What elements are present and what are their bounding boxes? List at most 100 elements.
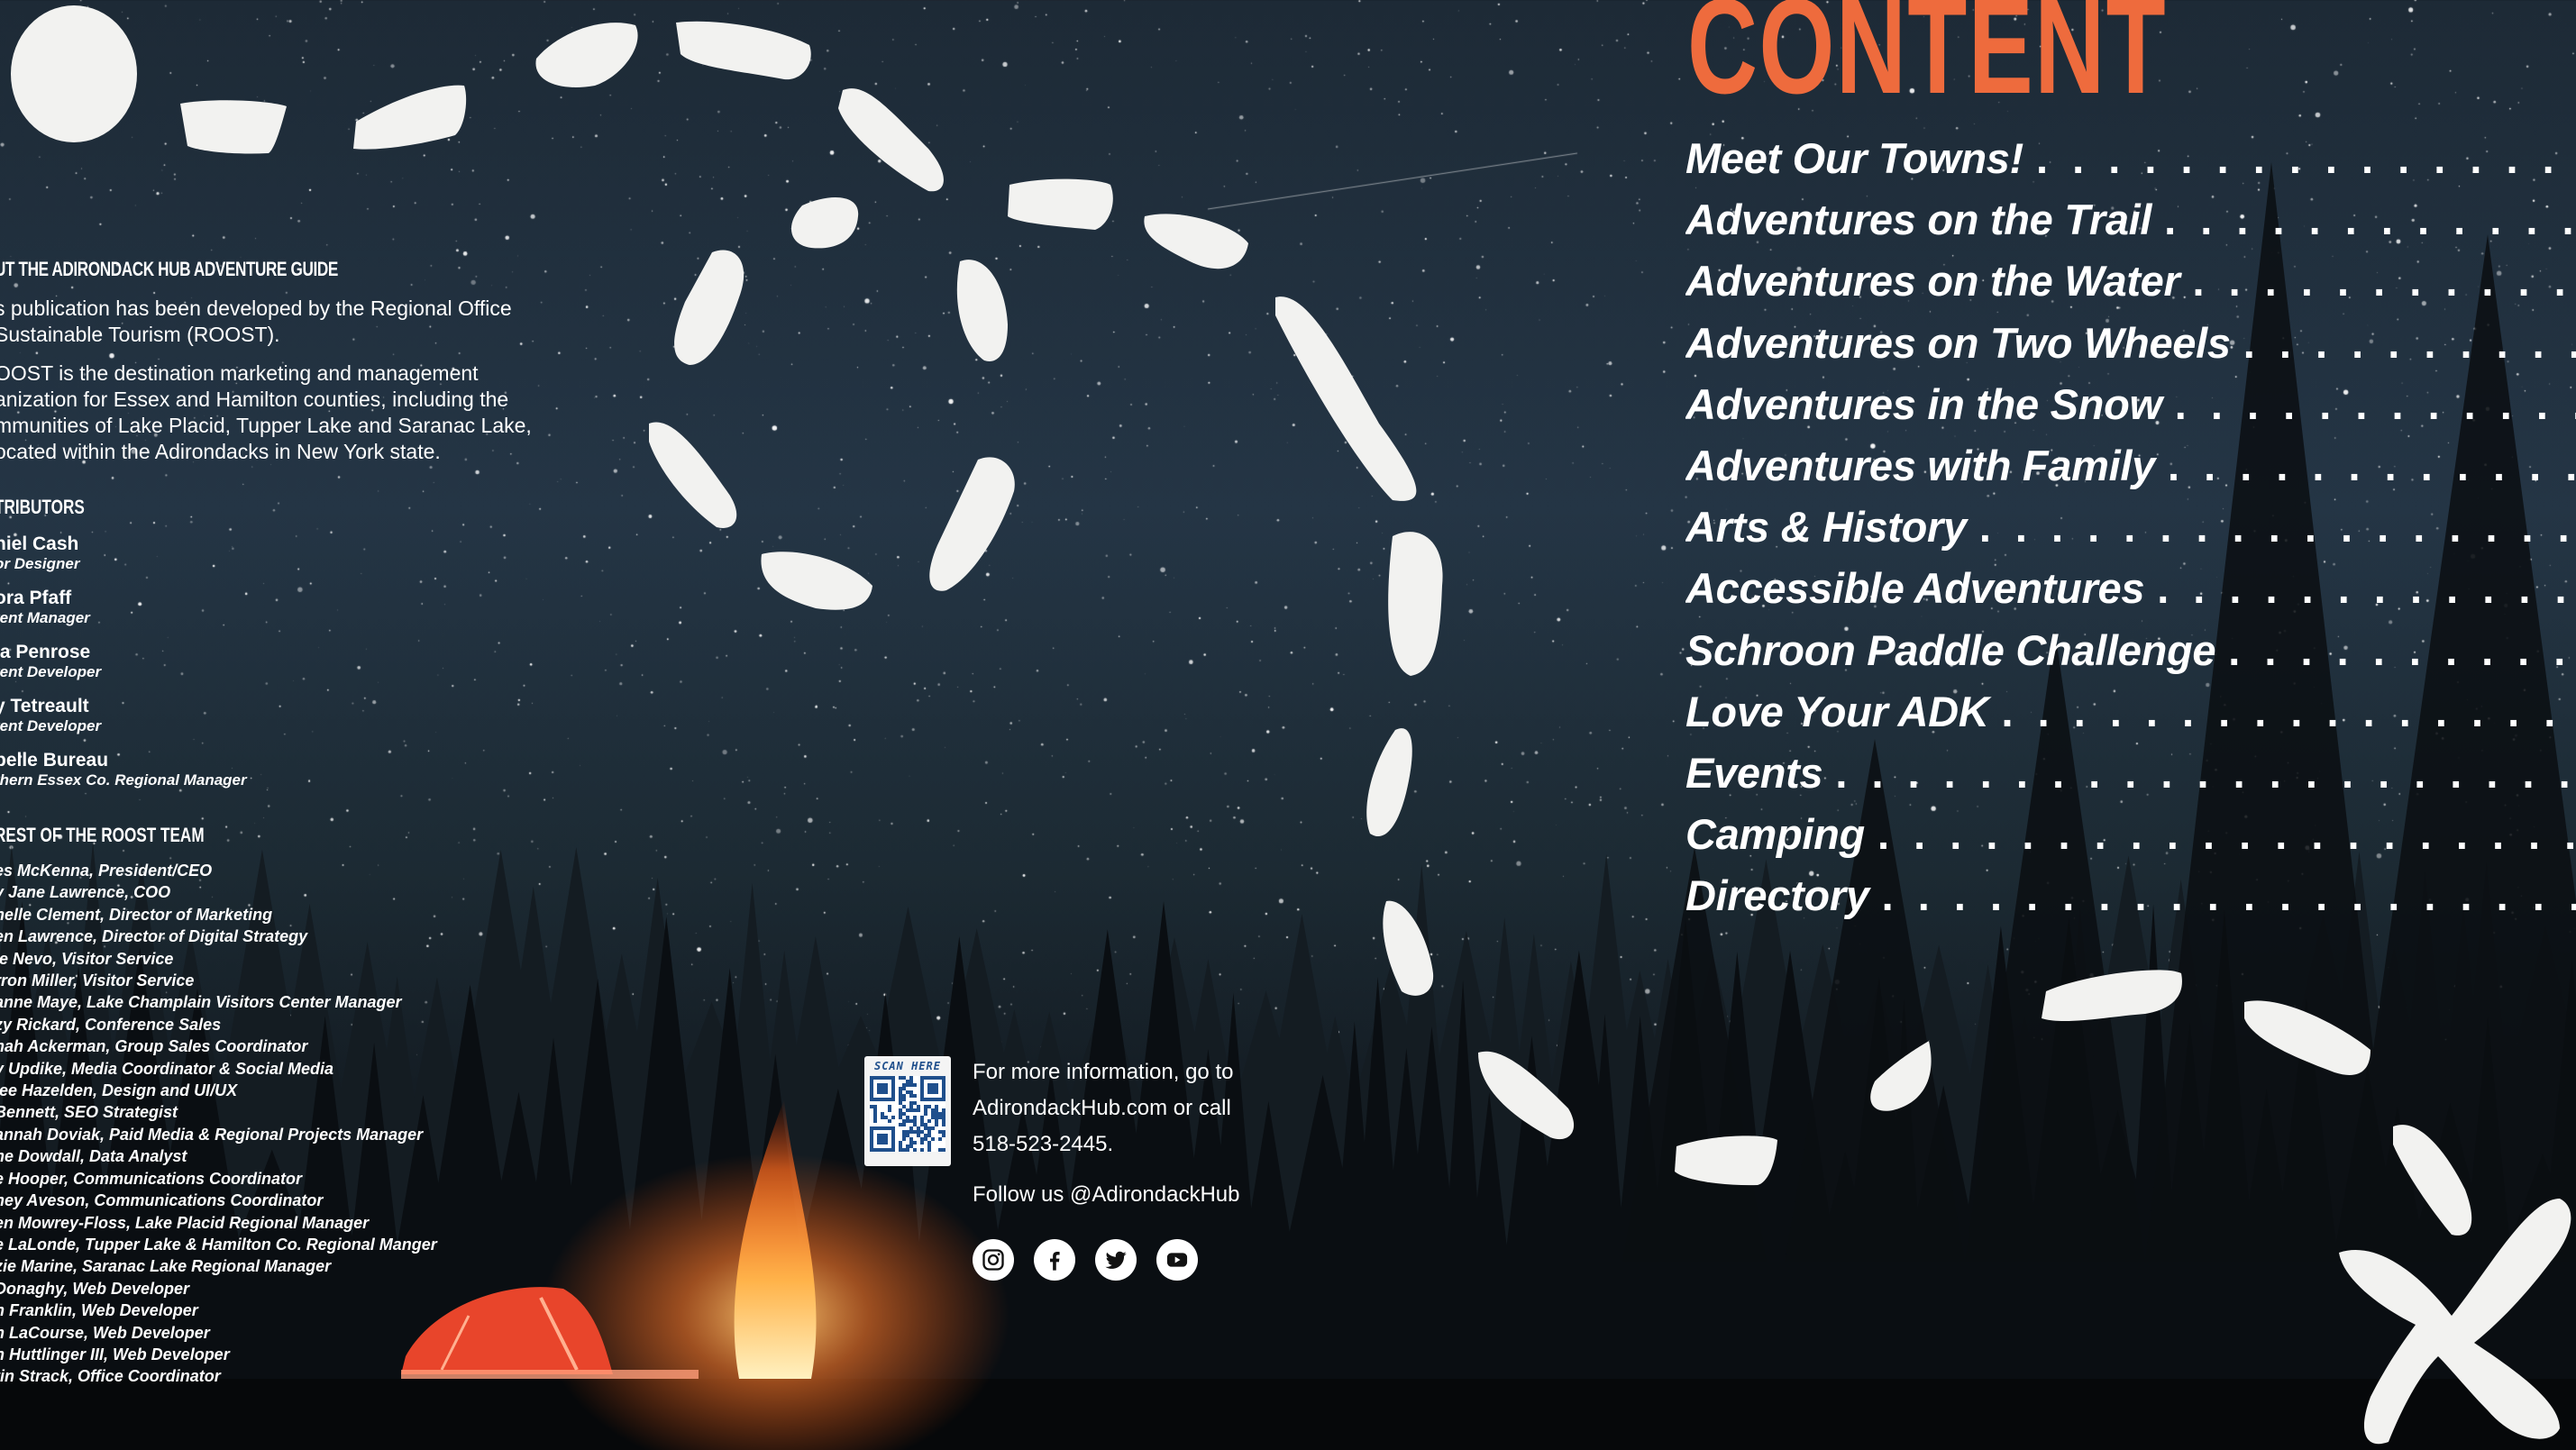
about-line: Sustainable Tourism (ROOST).	[0, 323, 280, 346]
team-member: y Jane Lawrence, COO	[0, 883, 171, 902]
contents-title: CONTENT	[1687, 0, 2168, 122]
contributors-list: niel Cash or Designer ora Pfaff tent Man…	[0, 533, 535, 804]
toc-item[interactable]: Adventures on Two Wheels. . . . . . . . …	[1685, 318, 2576, 379]
contributor: ia Penrose tent Developer	[0, 642, 535, 696]
contributor-name: niel Cash	[0, 533, 79, 554]
about-line: OOST is the destination marketing and ma…	[0, 361, 479, 385]
toc-item[interactable]: Camping. . . . . . . . . . . . . . . . .…	[1685, 809, 2576, 871]
team-member: n Huttlinger III, Web Developer	[0, 1345, 230, 1363]
toc-item[interactable]: Adventures on the Water. . . . . . . . .…	[1685, 256, 2576, 317]
team-member: Donaghy, Web Developer	[0, 1279, 190, 1298]
about-paragraph-1: s publication has been developed by the …	[0, 296, 580, 348]
contributor-name: ora Pfaff	[0, 588, 72, 608]
team-member: nah Ackerman, Group Sales Coordinator	[0, 1037, 308, 1056]
contributor-name: belle Bureau	[0, 750, 109, 771]
toc-leader: . . . . . . . . . . . . . . . . . . . . …	[2192, 257, 2576, 306]
toc-item[interactable]: Adventures in the Snow. . . . . . . . . …	[1685, 379, 2576, 441]
toc-leader: . . . . . . . . . . . . . . . . . . . . …	[1881, 871, 2576, 920]
qr-code-icon	[870, 1076, 945, 1152]
team-member: zy Rickard, Conference Sales	[0, 1015, 222, 1034]
trail-x-mark	[2339, 1199, 2571, 1445]
team-member: ney Aveson, Communications Coordinator	[0, 1191, 324, 1210]
toc-item[interactable]: Adventures with Family. . . . . . . . . …	[1685, 441, 2576, 502]
contributor-name: y Tetreault	[0, 696, 89, 716]
table-of-contents: Meet Our Towns! . . . . . . . . . . . . .…	[1685, 133, 2576, 932]
social-icons	[973, 1239, 1198, 1281]
team-member: ie Nevo, Visitor Service	[0, 949, 174, 968]
contributor-role: tent Developer	[0, 717, 102, 734]
team-member: lee Hazelden, Design and UI/UX	[0, 1081, 238, 1100]
toc-item-label: Adventures on the Water	[1685, 257, 2180, 306]
team-member: e Hooper, Communications Coordinator	[0, 1169, 303, 1188]
contact-info: For more information, go to AdirondackHu…	[973, 1054, 1233, 1163]
about-paragraph-2: OOST is the destination marketing and ma…	[0, 360, 580, 465]
twitter-icon[interactable]	[1095, 1239, 1137, 1281]
toc-leader: . . . . . . . . . . . . . . . . . . . . …	[1877, 810, 2576, 859]
about-line: s publication has been developed by the …	[0, 296, 512, 320]
trail-start-dot	[11, 5, 137, 142]
about-line: ocated within the Adirondacks in New Yor…	[0, 440, 441, 463]
toc-leader: . . . . . . . . . . . . . . . . . . . . …	[2036, 134, 2576, 182]
facebook-icon[interactable]	[1034, 1239, 1075, 1281]
toc-item[interactable]: Schroon Paddle Challenge. . . . . . . . …	[1685, 625, 2576, 687]
toc-item-label: Directory	[1685, 871, 1869, 920]
toc-leader: . . . . . . . . . . . . . . . . . . . . …	[2001, 687, 2576, 735]
toc-item-label: Adventures in the Snow	[1685, 379, 2162, 428]
team-member: en Lawrence, Director of Digital Strateg…	[0, 927, 308, 946]
qr-code[interactable]: SCAN HERE	[864, 1056, 951, 1166]
contributor: y Tetreault tent Developer	[0, 696, 535, 750]
team-member: e LaLonde, Tupper Lake & Hamilton Co. Re…	[0, 1235, 437, 1254]
team-member: tin Strack, Office Coordinator	[0, 1367, 221, 1386]
toc-leader: . . . . . . . . . . . . . . . . . . . . …	[1835, 748, 2576, 797]
toc-item[interactable]: Accessible Adventures. . . . . . . . . .…	[1685, 563, 2576, 625]
toc-item-label: Adventures on the Trail	[1685, 196, 2152, 244]
toc-item[interactable]: Adventures on the Trail. . . . . . . . .…	[1685, 195, 2576, 256]
contributor: belle Bureau thern Essex Co. Regional Ma…	[0, 750, 535, 804]
contact-line: For more information, go to	[973, 1060, 1234, 1084]
team-member: h Franklin, Web Developer	[0, 1301, 198, 1320]
follow-us-text: Follow us @AdirondackHub	[973, 1182, 1240, 1207]
contributors-heading: TRIBUTORS	[0, 496, 110, 519]
toc-item-label: Camping	[1685, 810, 1865, 859]
team-member: en Mowrey-Floss, Lake Placid Regional Ma…	[0, 1213, 370, 1232]
toc-item-label: Arts & History	[1685, 503, 1967, 552]
team-member: he Dowdall, Data Analyst	[0, 1147, 187, 1166]
toc-item[interactable]: Events. . . . . . . . . . . . . . . . . …	[1685, 748, 2576, 809]
about-title: UT THE ADIRONDACK HUB ADVENTURE GUIDE	[0, 258, 338, 280]
team-member: rron Miller, Visitor Service	[0, 971, 195, 990]
toc-item[interactable]: Love Your ADK. . . . . . . . . . . . . .…	[1685, 687, 2576, 748]
about-section: UT THE ADIRONDACK HUB ADVENTURE GUIDE s …	[0, 258, 580, 478]
toc-item[interactable]: Arts & History. . . . . . . . . . . . . …	[1685, 502, 2576, 563]
team-member: n LaCourse, Web Developer	[0, 1323, 210, 1342]
toc-leader: . . . . . . . . . . . . . . . . . . . . …	[2157, 564, 2576, 613]
toc-item-label: Love Your ADK	[1685, 687, 1989, 735]
toc-item-label: Adventures with Family	[1685, 441, 2155, 489]
contributor-role: tent Developer	[0, 663, 102, 680]
toc-item-label: Events	[1685, 748, 1823, 797]
team-heading: REST OF THE ROOST TEAM	[0, 824, 263, 847]
contributor-name: ia Penrose	[0, 642, 91, 662]
team-list: es McKenna, President/CEO y Jane Lawrenc…	[0, 860, 553, 1388]
contributor-role: tent Manager	[0, 609, 90, 626]
toc-item[interactable]: Meet Our Towns! . . . . . . . . . . . . .…	[1685, 133, 2576, 195]
instagram-icon[interactable]	[973, 1239, 1014, 1281]
contributor: ora Pfaff tent Manager	[0, 588, 535, 642]
team-member: zie Marine, Saranac Lake Regional Manage…	[0, 1257, 332, 1276]
toc-item-label: Meet Our Towns!	[1685, 134, 2023, 182]
toc-item-label: Accessible Adventures	[1685, 564, 2145, 613]
contact-line: AdirondackHub.com or call	[973, 1096, 1231, 1120]
toc-leader: . . . . . . . . . . . . . . . . . . . . …	[2228, 625, 2576, 674]
qr-scan-label: SCAN HERE	[873, 1060, 942, 1072]
toc-item[interactable]: Directory. . . . . . . . . . . . . . . .…	[1685, 871, 2576, 932]
toc-leader: . . . . . . . . . . . . . . . . . . . . …	[1978, 503, 2576, 552]
about-line: mmunities of Lake Placid, Tupper Lake an…	[0, 414, 532, 437]
contributors-title: TRIBUTORS	[0, 496, 85, 518]
team-member: helle Clement, Director of Marketing	[0, 905, 273, 924]
team-member: Bennett, SEO Strategist	[0, 1103, 178, 1122]
youtube-icon[interactable]	[1156, 1239, 1198, 1281]
toc-leader: . . . . . . . . . . . . . . . . . . . . …	[2164, 196, 2576, 244]
team-title: REST OF THE ROOST TEAM	[0, 824, 205, 846]
team-member: y Updike, Media Coordinator & Social Med…	[0, 1059, 334, 1078]
toc-item-label: Schroon Paddle Challenge	[1685, 625, 2216, 674]
toc-leader: . . . . . . . . . . . . . . . . . . . . …	[2174, 379, 2576, 428]
